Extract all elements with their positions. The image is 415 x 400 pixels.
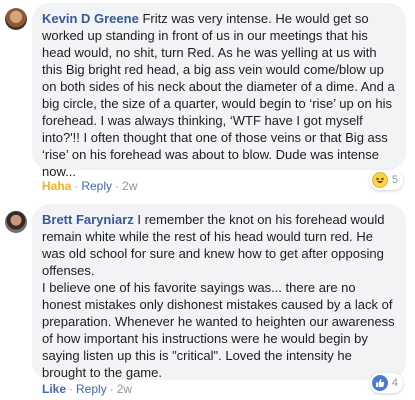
comment-bubble: Kevin D Greene Fritz was very intense. H…: [32, 3, 406, 179]
comment-author[interactable]: Brett Faryniarz: [42, 212, 134, 227]
reaction-button[interactable]: Haha: [42, 179, 71, 193]
comment-actions: Like · Reply · 2w: [42, 382, 132, 396]
separator: ·: [69, 382, 74, 396]
like-thumb-icon: [371, 375, 388, 391]
comment-bubble: Brett Faryniarz I remember the knot on h…: [32, 204, 406, 380]
avatar[interactable]: [5, 211, 27, 233]
reply-button[interactable]: Reply: [81, 179, 112, 193]
haha-emoji-icon: [371, 172, 388, 188]
comment-actions: Haha · Reply · 2w: [42, 179, 137, 193]
separator: ·: [109, 382, 114, 396]
timestamp[interactable]: 2w: [122, 179, 137, 193]
reactions-summary[interactable]: 5: [369, 170, 403, 190]
avatar[interactable]: [5, 8, 27, 30]
reactions-summary[interactable]: 4: [369, 373, 403, 393]
separator: ·: [74, 179, 79, 193]
comment-text: I remember the knot on his forehead woul…: [42, 212, 395, 380]
reaction-count: 5: [391, 174, 398, 186]
comment-author[interactable]: Kevin D Greene: [42, 11, 139, 26]
comment-text: Fritz was very intense. He would get so …: [42, 11, 399, 179]
reaction-button[interactable]: Like: [42, 382, 66, 396]
reply-button[interactable]: Reply: [76, 382, 107, 396]
reaction-count: 4: [391, 377, 398, 389]
timestamp[interactable]: 2w: [117, 382, 132, 396]
separator: ·: [115, 179, 120, 193]
